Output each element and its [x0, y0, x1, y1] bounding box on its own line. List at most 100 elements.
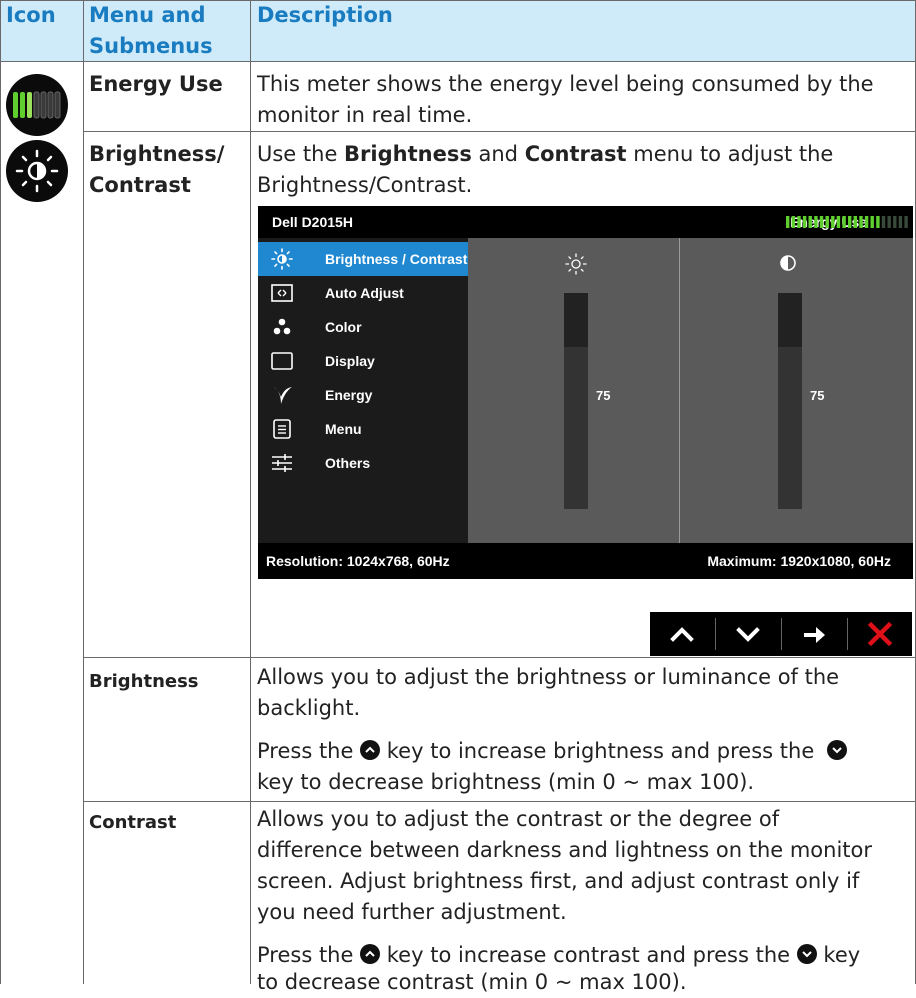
osd-menu-item-menu[interactable]: Menu [258, 412, 468, 446]
osd-menu-item-brightness-contrast[interactable]: Brightness / Contrast [258, 242, 468, 276]
sliders-icon [272, 454, 292, 472]
energy-use-desc-line2: monitor in real time. [257, 103, 473, 127]
leaf-icon [273, 387, 292, 404]
desc-text: and [471, 142, 525, 166]
press-text: Press the [257, 943, 361, 967]
desc-text: Use the [257, 142, 345, 166]
osd-menu-label: Auto Adjust [325, 285, 404, 301]
display-icon [271, 352, 293, 370]
osd-resolution: Resolution: 1024x768, 60Hz [266, 553, 450, 569]
brightness-desc-line2: backlight. [257, 696, 361, 720]
divider [83, 131, 916, 132]
sun-icon [6, 140, 68, 202]
energy-segment [876, 216, 880, 228]
osd-maximum: Maximum: 1920x1080, 60Hz [707, 553, 891, 569]
auto-adjust-icon [271, 284, 293, 302]
osd-menu-item-color[interactable]: Color [258, 310, 468, 344]
press-text: key [816, 943, 861, 967]
desc-bold-contrast: Contrast [524, 142, 627, 166]
settings-table: Icon Menu and Submenus Description Energ… [0, 0, 916, 994]
osd-menu-item-display[interactable]: Display [258, 344, 468, 378]
brightness-name: Brightness [89, 671, 199, 692]
chevron-up-icon [670, 627, 694, 642]
divider [83, 0, 84, 984]
brightness-value: 75 [596, 388, 611, 403]
energy-segment [825, 216, 829, 228]
energy-segment [797, 216, 801, 228]
chevron-down-icon [736, 627, 760, 642]
color-dots-icon [273, 318, 291, 335]
column-header-icon: Icon [6, 3, 56, 27]
osd-brightness-panel: 75 [468, 238, 679, 543]
divider [83, 801, 916, 802]
osd-status-bar: Resolution: 1024x768, 60Hz Maximum: 1920… [258, 543, 913, 579]
energy-segment [893, 216, 897, 228]
press-text: Press the [257, 739, 361, 763]
exit-button[interactable] [848, 612, 912, 656]
energy-segment [864, 216, 869, 228]
contrast-desc-line1: Allows you to adjust the contrast or the… [257, 807, 780, 831]
contrast-desc-line2: difference between darkness and lightnes… [257, 838, 873, 862]
down-button[interactable] [716, 612, 780, 656]
energy-segment [786, 216, 790, 228]
close-icon [867, 621, 893, 647]
osd-screenshot: Dell D2015H Energy Use Brightness / Cont… [258, 206, 913, 579]
brightness-contrast-desc-line1: Use the Brightness and Contrast menu to … [257, 139, 833, 170]
divider [250, 0, 251, 984]
osd-contrast-panel: 75 [680, 238, 913, 543]
osd-menu-label: Color [325, 319, 362, 335]
contrast-desc-line4: you need further adjustment. [257, 900, 567, 924]
energy-segment [842, 216, 846, 228]
menu-icon [273, 419, 291, 439]
energy-segment [898, 216, 903, 228]
contrast-press-line2: to decrease contrast (min 0 ~ max 100). [257, 970, 687, 994]
desc-bold-brightness: Brightness [344, 142, 472, 166]
energy-use-name: Energy Use [89, 72, 223, 96]
contrast-desc-line3: screen. Adjust brightness first, and adj… [257, 869, 860, 893]
press-text: key to increase contrast and press the [380, 943, 797, 967]
contrast-name: Contrast [89, 812, 177, 833]
osd-menu-item-auto-adjust[interactable]: Auto Adjust [258, 276, 468, 310]
osd-menu-label: Energy [325, 387, 373, 403]
energy-segment [791, 216, 795, 228]
contrast-value: 75 [810, 388, 825, 403]
brightness-contrast-desc-line2: Brightness/Contrast. [257, 173, 473, 197]
osd-menu-label: Brightness / Contrast [325, 251, 468, 267]
energy-segment [808, 216, 812, 228]
up-key-icon [360, 740, 381, 760]
up-key-icon [360, 944, 381, 964]
energy-segment [814, 216, 818, 228]
energy-segment [904, 216, 908, 228]
osd-menu-label: Display [325, 353, 375, 369]
osd-navigation-buttons [650, 612, 912, 656]
energy-segment [870, 216, 874, 228]
osd-menu-label: Others [325, 455, 371, 471]
energy-segment [881, 216, 886, 228]
brightness-desc-line1: Allows you to adjust the brightness or l… [257, 665, 840, 689]
brightness-press-line1: Press the key to increase brightness and… [257, 736, 847, 767]
energy-segment [831, 216, 835, 228]
energy-meter-icon [6, 74, 68, 136]
energy-use-desc-line1: This meter shows the energy level being … [257, 72, 874, 96]
enter-button[interactable] [782, 612, 846, 656]
osd-menu-item-energy[interactable]: Energy [258, 378, 468, 412]
divider [83, 657, 916, 658]
contrast-slider[interactable] [778, 293, 802, 509]
column-header-menu-line1: Menu and [89, 3, 206, 27]
brightness-slider-handle[interactable] [564, 293, 588, 347]
press-text: key to increase brightness and press the [380, 739, 821, 763]
desc-text: menu to adjust the [626, 142, 834, 166]
column-header-description: Description [257, 3, 393, 27]
column-header-menu-line2: Submenus [89, 34, 213, 58]
brightness-slider[interactable] [564, 293, 588, 509]
osd-model-name: Dell D2015H [272, 214, 353, 230]
sun-icon [271, 248, 293, 270]
osd-menu-item-others[interactable]: Others [258, 446, 468, 480]
contrast-slider-handle[interactable] [778, 293, 802, 347]
energy-segment [848, 216, 852, 228]
energy-segment [887, 216, 891, 228]
arrow-right-icon [804, 627, 825, 643]
contrast-icon [780, 255, 796, 271]
up-button[interactable] [650, 612, 714, 656]
energy-segment [859, 216, 863, 228]
